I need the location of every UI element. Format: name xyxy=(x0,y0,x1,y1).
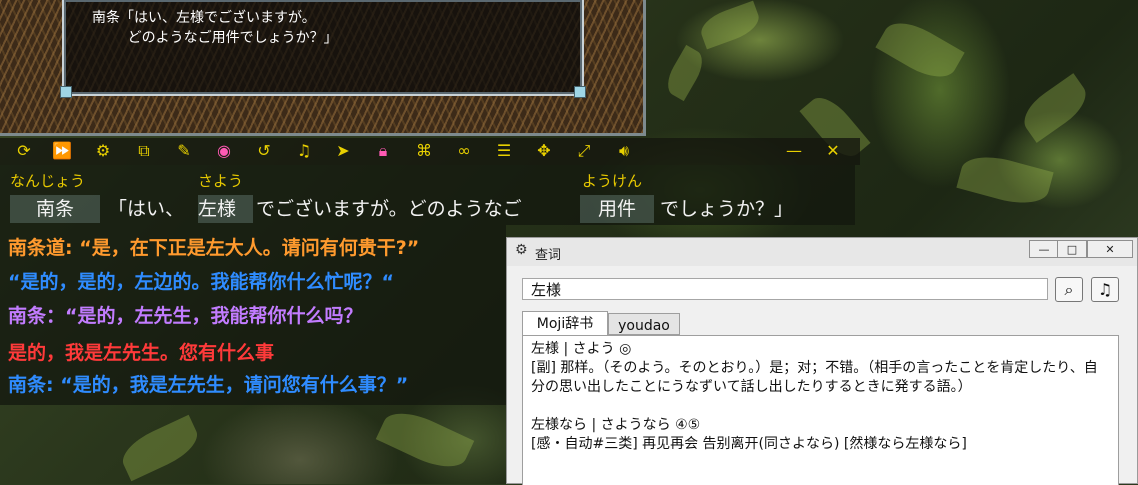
game-dialogue: 南条「はい、左様でございますが。 どのようなご用件でしょうか？」 xyxy=(92,8,338,48)
entry-headword: 左様 | さよう ◎ xyxy=(531,341,632,357)
original-text-panel: なんじょう さよう ようけん 南条 「はい、 左様 でございますが。どのようなご… xyxy=(0,165,855,225)
music-note-icon[interactable]: ♫ xyxy=(1091,277,1119,302)
volume-icon[interactable]: 🔊︎ xyxy=(613,140,635,162)
gear-icon[interactable]: ⚙ xyxy=(92,140,114,162)
translator-toolbar: ⟳ ⏩ ⚙ ⧉ ✎ ◉ ↺ ♫ ➤ 🔒︎ ⌘ ∞ ☰ ✥ ⤢ 🔊︎ — ✕ xyxy=(0,138,860,165)
tab-moji[interactable]: Moji辞书 xyxy=(522,311,608,336)
word-token[interactable]: 南条 xyxy=(10,195,100,223)
word-token[interactable]: 「はい、 xyxy=(108,195,184,223)
frame-corner xyxy=(60,86,72,98)
edit-icon[interactable]: ✎ xyxy=(173,140,195,162)
lock-icon[interactable]: 🔒︎ xyxy=(372,140,394,162)
resize-icon[interactable]: ⤢ xyxy=(573,140,595,162)
entry-definition: [副] 那样。（そのよう。そのとおり。）是；对；不错。（相手の言ったことを肯定し… xyxy=(531,360,1098,395)
translation-line: 是的，我是左先生。您有什么事 xyxy=(8,342,275,364)
move-icon[interactable]: ✥ xyxy=(533,140,555,162)
gear-icon: ⚙ xyxy=(515,242,528,258)
leaf-decoration xyxy=(875,12,965,88)
close-icon[interactable]: ✕ xyxy=(822,140,844,162)
word-token[interactable]: 用件 xyxy=(580,195,654,223)
furigana: さよう xyxy=(198,172,244,190)
window-title: 查词 xyxy=(535,248,562,263)
list-icon[interactable]: ☰ xyxy=(493,140,515,162)
leaf-decoration xyxy=(116,414,204,482)
translation-line: “是的，是的，左边的。我能帮你什么忙呢？“ xyxy=(8,271,394,293)
minimize-icon[interactable]: — xyxy=(783,140,805,162)
cursor-icon[interactable]: ➤ xyxy=(332,140,354,162)
word-token[interactable]: でしょうか？」 xyxy=(660,195,793,223)
tab-youdao[interactable]: youdao xyxy=(608,313,680,335)
leaf-decoration xyxy=(375,402,475,478)
reload-icon[interactable]: ⟳ xyxy=(13,140,35,162)
furigana: ようけん xyxy=(582,172,643,190)
link-icon[interactable]: ∞ xyxy=(453,140,475,162)
translation-line: 南条：“是的，左先生，我能帮你什么吗？ xyxy=(8,305,363,327)
leaf-decoration xyxy=(1016,73,1094,143)
leaf-decoration xyxy=(696,0,764,50)
music-icon[interactable]: ♫ xyxy=(293,140,315,162)
frame-corner xyxy=(574,86,586,98)
translation-line: 南条道: “是，在下正是左大人。请问有何贵干?” xyxy=(8,237,420,259)
gamepad-icon[interactable]: ⌘ xyxy=(413,140,435,162)
copy-icon[interactable]: ⧉ xyxy=(133,140,155,162)
magnifier-icon[interactable]: ⌕ xyxy=(1055,277,1083,302)
dialogue-line: 南条「はい、左様でございますが。 xyxy=(92,10,316,26)
undo-icon[interactable]: ↺ xyxy=(253,140,275,162)
close-button[interactable]: ✕ xyxy=(1087,240,1133,258)
forward-icon[interactable]: ⏩ xyxy=(51,140,73,162)
dictionary-titlebar[interactable]: ⚙ 查词 — □ ✕ xyxy=(507,238,1137,266)
furigana: なんじょう xyxy=(10,172,86,190)
word-token[interactable]: 左様 xyxy=(198,195,253,223)
leaf-decoration xyxy=(956,149,1054,211)
leaf-decoration xyxy=(661,44,709,102)
game-window[interactable]: 南条「はい、左様でございますが。 どのようなご用件でしょうか？」 xyxy=(0,0,646,136)
maximize-button[interactable]: □ xyxy=(1057,240,1087,258)
translation-line: 南条: “是的，我是左先生，请问您有什么事？” xyxy=(8,374,409,396)
entry-definition: [感・自动#三类] 再见再会 告别离开(同さよなら) [然様なら左様なら] xyxy=(531,436,967,452)
search-input[interactable] xyxy=(522,278,1048,300)
dictionary-result: 左様 | さよう ◎ [副] 那样。（そのよう。そのとおり。）是；对；不错。（相… xyxy=(522,335,1119,485)
dictionary-window: ⚙ 查词 — □ ✕ ⌕ ♫ Moji辞书 youdao 左様 | さよう ◎ … xyxy=(506,237,1138,485)
word-token[interactable]: でございますが。どのようなご xyxy=(256,195,522,223)
eye-icon[interactable]: ◉ xyxy=(213,140,235,162)
dialogue-line: どのようなご用件でしょうか？」 xyxy=(92,30,338,46)
translation-panel: 南条道: “是，在下正是左大人。请问有何贵干?” “是的，是的，左边的。我能帮你… xyxy=(0,225,506,405)
minimize-button[interactable]: — xyxy=(1029,240,1059,258)
entry-headword: 左様なら | さようなら ④⑤ xyxy=(531,417,701,433)
